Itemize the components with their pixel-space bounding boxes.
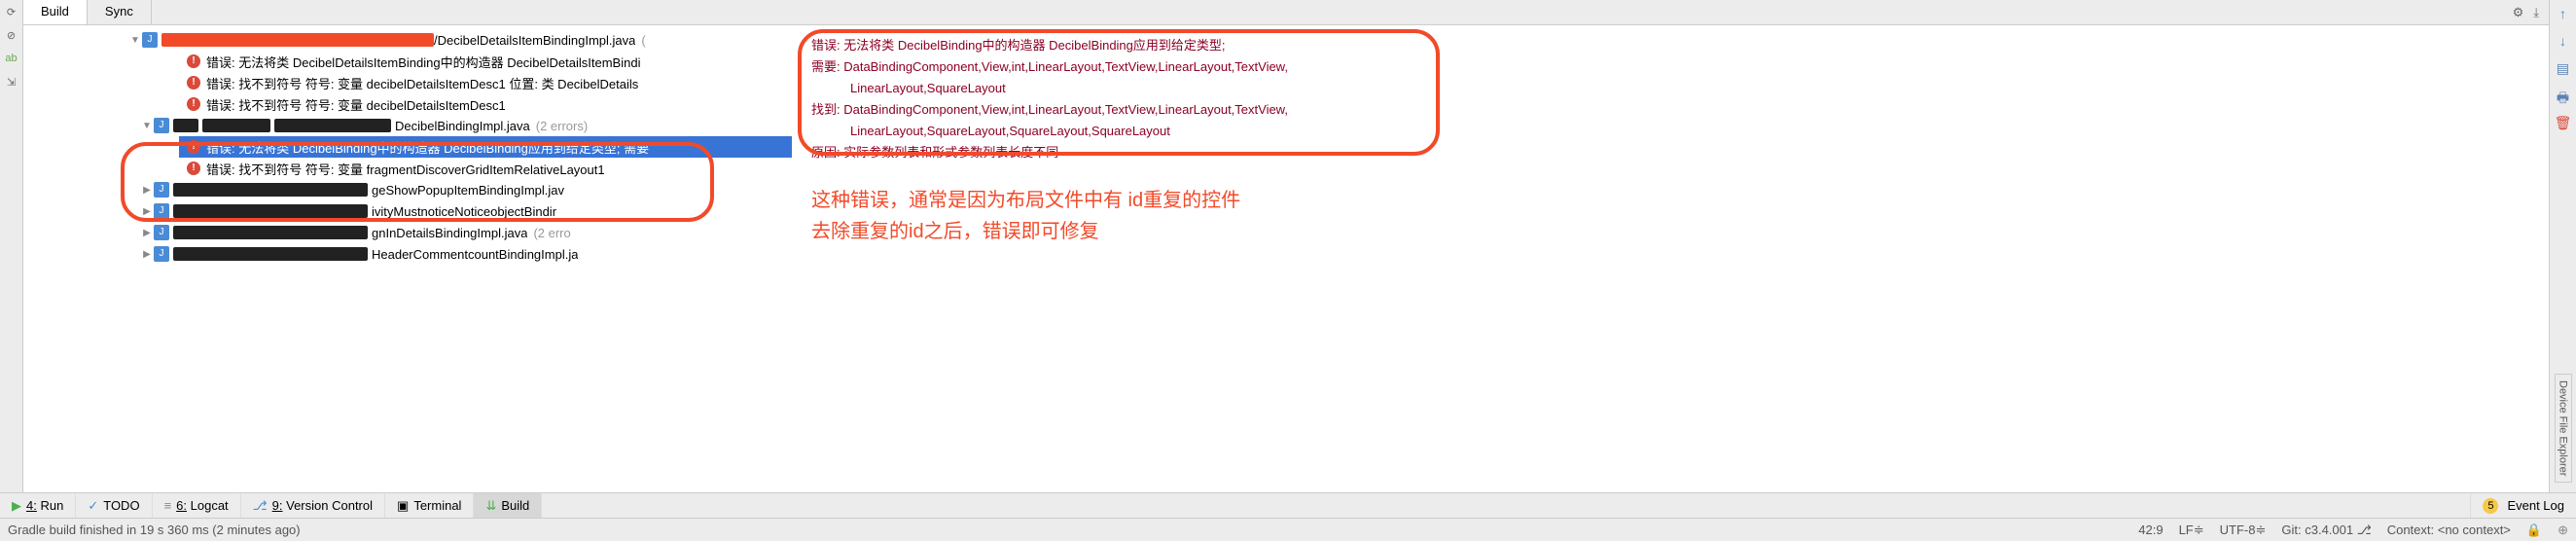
chevron-down-icon[interactable]: ▼	[128, 35, 142, 46]
file-name[interactable]: HeaderCommentcountBindingImpl.ja	[372, 247, 578, 262]
error-icon	[187, 140, 200, 154]
error-text[interactable]: 错误: 找不到符号 符号: 变量 decibelDetailsItemDesc1…	[206, 74, 638, 92]
redacted	[173, 183, 368, 197]
tab-logcat[interactable]: ≡6: Logcat	[153, 493, 241, 518]
detail-line: LinearLayout,SquareLayout,SquareLayout,S…	[811, 121, 2529, 142]
caret-position[interactable]: 42:9	[2138, 523, 2163, 537]
status-bar: Gradle build finished in 19 s 360 ms (2 …	[0, 518, 2576, 541]
build-tree[interactable]: ▼ /DecibelDetailsItemBindingImpl.java ( …	[23, 25, 792, 492]
indicator-icon[interactable]: ⊕	[2558, 523, 2568, 538]
detail-line: LinearLayout,SquareLayout	[811, 78, 2529, 99]
error-icon	[187, 162, 200, 175]
file-name[interactable]: geShowPopupItemBindingImpl.jav	[372, 183, 564, 198]
java-file-icon	[142, 32, 158, 48]
java-file-icon	[154, 225, 169, 240]
tab-build[interactable]: Build	[23, 0, 88, 24]
line-separator[interactable]: LF≑	[2179, 523, 2204, 538]
redacted	[173, 204, 368, 218]
redacted	[202, 119, 270, 132]
chevron-right-icon[interactable]: ▶	[140, 206, 154, 217]
redacted	[173, 226, 368, 239]
file-name[interactable]: gnInDetailsBindingImpl.java	[372, 226, 527, 240]
status-message: Gradle build finished in 19 s 360 ms (2 …	[8, 523, 301, 537]
tab-build-bottom[interactable]: ⇊Build	[474, 493, 542, 518]
java-file-icon	[154, 203, 169, 219]
tab-run[interactable]: ▶4: Run	[0, 493, 76, 518]
chevron-right-icon[interactable]: ▶	[140, 228, 154, 238]
tab-terminal[interactable]: ▣Terminal	[385, 493, 474, 518]
error-text[interactable]: 错误: 找不到符号 符号: 变量 decibelDetailsItemDesc1	[206, 95, 506, 114]
chevron-right-icon[interactable]: ▶	[140, 249, 154, 260]
layers-icon[interactable]: ▤	[2555, 60, 2572, 78]
java-file-icon	[154, 118, 169, 133]
git-branch[interactable]: Git: c3.4.001 ⎇	[2281, 523, 2371, 538]
arrow-up-icon[interactable]: ↑	[2555, 6, 2572, 23]
redacted	[173, 247, 368, 261]
file-name[interactable]: ivityMustnoticeNoticeobjectBindir	[372, 204, 556, 219]
right-gutter: ↑ ↓ ▤ 🖶 🗑 Device File Explorer	[2549, 0, 2576, 492]
encoding[interactable]: UTF-8≑	[2220, 523, 2267, 538]
error-text-selected[interactable]: 错误: 无法将类 DecibelBinding中的构造器 DecibelBind…	[206, 138, 649, 157]
file-name[interactable]: DecibelBindingImpl.java	[395, 119, 530, 133]
filter-icon[interactable]: ab	[4, 51, 19, 66]
detail-line: 错误: 无法将类 DecibelBinding中的构造器 DecibelBind…	[811, 35, 2529, 56]
bottom-tool-tabs: ▶4: Run ✓TODO ≡6: Logcat ⎇9: Version Con…	[0, 492, 2576, 518]
tab-todo[interactable]: ✓TODO	[76, 493, 152, 518]
file-name[interactable]: /DecibelDetailsItemBindingImpl.java	[434, 33, 635, 48]
annotation-text: 去除重复的id之后，错误即可修复	[811, 216, 2529, 247]
arrow-down-icon[interactable]: ↓	[2555, 33, 2572, 51]
error-count: (2 errors)	[536, 119, 588, 133]
stop-icon[interactable]: ⊘	[4, 27, 19, 43]
tab-sync[interactable]: Sync	[88, 0, 152, 24]
redacted	[274, 119, 391, 132]
error-icon	[187, 76, 200, 90]
error-text[interactable]: 错误: 无法将类 DecibelDetailsItemBinding中的构造器 …	[206, 53, 640, 71]
minimize-icon[interactable]: ⤓	[2533, 5, 2539, 20]
java-file-icon	[154, 182, 169, 198]
left-gutter: ⟳ ⊘ ab ⇲	[0, 0, 23, 492]
paren: (	[641, 33, 645, 48]
annotation-text: 这种错误，通常是因为布局文件中有 id重复的控件	[811, 185, 2529, 216]
redacted	[173, 119, 198, 132]
java-file-icon	[154, 246, 169, 262]
reload-icon[interactable]: ⟳	[4, 4, 19, 19]
redacted-path	[161, 33, 434, 47]
tab-event-log[interactable]: 5Event Log	[2470, 493, 2576, 518]
detail-line: 需要: DataBindingComponent,View,int,Linear…	[811, 56, 2529, 78]
error-count: (2 erro	[533, 226, 570, 240]
detail-line: 原因: 实际参数列表和形式参数列表长度不同	[811, 142, 2529, 163]
detail-line: 找到: DataBindingComponent,View,int,Linear…	[811, 99, 2529, 121]
panel-tabs: Build Sync ⚙ ⤓	[23, 0, 2549, 25]
chevron-right-icon[interactable]: ▶	[140, 185, 154, 196]
side-tab-device-file-explorer[interactable]: Device File Explorer	[2555, 374, 2572, 483]
print-icon[interactable]: 🖶	[2555, 88, 2572, 105]
delete-icon[interactable]: 🗑	[2555, 115, 2572, 132]
error-icon	[187, 97, 200, 111]
tab-version-control[interactable]: ⎇9: Version Control	[241, 493, 385, 518]
lock-icon[interactable]: 🔒	[2526, 523, 2542, 538]
error-text[interactable]: 错误: 找不到符号 符号: 变量 fragmentDiscoverGridIte…	[206, 160, 605, 178]
event-badge: 5	[2483, 498, 2498, 514]
chevron-down-icon[interactable]: ▼	[140, 121, 154, 131]
expand-icon[interactable]: ⇲	[4, 74, 19, 90]
context[interactable]: Context: <no context>	[2387, 523, 2511, 537]
error-icon	[187, 54, 200, 68]
gear-icon[interactable]: ⚙	[2513, 5, 2524, 20]
error-details: 错误: 无法将类 DecibelBinding中的构造器 DecibelBind…	[792, 25, 2549, 492]
